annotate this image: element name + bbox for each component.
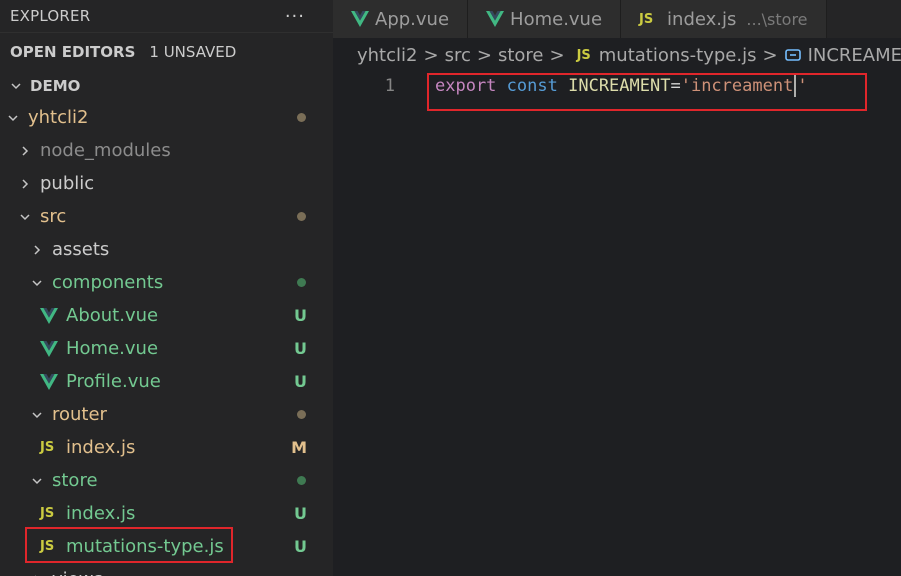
git-status-badge: M	[291, 438, 307, 457]
vue-file-icon	[351, 11, 369, 27]
breadcrumb-separator: >	[549, 44, 565, 66]
chevron-down-icon	[10, 80, 24, 92]
tree-item-label: assets	[52, 239, 110, 260]
tree-folder[interactable]: yhtcli2	[0, 101, 333, 134]
tree-item-label: Home.vue	[66, 338, 159, 359]
tree-item-label: About.vue	[66, 305, 159, 326]
js-file-icon: JS	[40, 506, 55, 521]
vue-file-icon	[40, 340, 58, 357]
modified-dot-icon	[297, 278, 306, 287]
js-file-icon: JS	[639, 11, 654, 27]
tree-item-label: components	[52, 272, 164, 293]
tree-folder[interactable]: views	[0, 563, 333, 576]
tree-item-label: router	[52, 404, 107, 425]
symbol-constant-icon	[784, 46, 802, 64]
editor-tab[interactable]: Home.vue	[468, 0, 622, 38]
git-status-badge: U	[294, 504, 307, 523]
line-number: 1	[384, 76, 395, 96]
chevron-right-icon	[18, 145, 32, 157]
tree-item-label: src	[40, 206, 67, 227]
mutations-file-highlight-box	[25, 527, 233, 563]
tab-label: index.js	[667, 8, 737, 30]
modified-dot-icon	[297, 113, 306, 122]
tree-file[interactable]: Home.vue U	[0, 332, 333, 365]
tab-label: App.vue	[375, 8, 450, 30]
code-editor[interactable]: 1 export const INCREAMENT='increament '	[333, 72, 901, 576]
workspace-section[interactable]: DEMO	[0, 71, 333, 101]
git-status-badge: U	[294, 339, 307, 358]
tree-file[interactable]: JS index.js M	[0, 431, 333, 464]
more-actions-icon[interactable]: ···	[285, 6, 323, 27]
breadcrumb: yhtcli2 > src > store > JS mutations-typ…	[333, 38, 901, 72]
chevron-right-icon	[18, 178, 32, 190]
tree-folder[interactable]: assets	[0, 233, 333, 266]
chevron-down-icon	[30, 277, 44, 289]
tree-item-label: yhtcli2	[28, 107, 89, 128]
tree-item-label: index.js	[66, 503, 136, 524]
editor-tab[interactable]: JS index.js ...\store	[621, 0, 827, 38]
chevron-down-icon	[6, 112, 20, 124]
js-file-icon: JS	[576, 47, 591, 63]
explorer-sidebar: EXPLORER ··· OPEN EDITORS 1 UNSAVED DEMO…	[0, 0, 333, 576]
breadcrumb-src[interactable]: src	[445, 45, 471, 66]
chevron-down-icon	[30, 409, 44, 421]
tree-folder[interactable]: src	[0, 200, 333, 233]
tree-folder[interactable]: components	[0, 266, 333, 299]
tree-item-label: node_modules	[40, 140, 171, 161]
tree-file[interactable]: JS index.js U	[0, 497, 333, 530]
git-status-badge: U	[294, 372, 307, 391]
file-tree: yhtcli2 node_modulespublic src assets compon…	[0, 101, 333, 576]
vue-file-icon	[40, 307, 58, 324]
tree-item-label: views	[52, 569, 333, 576]
vue-file-icon	[40, 373, 58, 390]
tree-folder[interactable]: store	[0, 464, 333, 497]
modified-dot-icon	[297, 410, 306, 419]
git-status-badge: U	[294, 537, 307, 556]
tab-path: ...\store	[746, 9, 808, 29]
breadcrumb-store[interactable]: store	[498, 45, 544, 66]
open-editors-section[interactable]: OPEN EDITORS 1 UNSAVED	[0, 32, 333, 71]
unsaved-badge: 1 UNSAVED	[149, 43, 237, 61]
tree-folder[interactable]: node_modules	[0, 134, 333, 167]
git-status-badge: U	[294, 306, 307, 325]
chevron-right-icon	[30, 244, 44, 256]
tree-folder[interactable]: public	[0, 167, 333, 200]
explorer-title: EXPLORER	[10, 7, 91, 25]
modified-dot-icon	[297, 476, 306, 485]
breadcrumb-separator: >	[476, 44, 492, 66]
breadcrumb-symbol[interactable]: INCREAMENT	[808, 45, 901, 66]
tree-folder[interactable]: router	[0, 398, 333, 431]
tree-item-label: Profile.vue	[66, 371, 161, 392]
open-editors-label: OPEN EDITORS	[10, 43, 136, 61]
tree-item-label: store	[52, 470, 98, 491]
workspace-label: DEMO	[30, 77, 81, 95]
modified-dot-icon	[297, 212, 306, 221]
code-highlight-box	[427, 73, 867, 111]
editor-tabs: App.vue Home.vue JS index.js ...\store	[333, 0, 901, 38]
tab-label: Home.vue	[510, 8, 603, 30]
editor-tab[interactable]: App.vue	[333, 0, 469, 38]
vue-file-icon	[486, 11, 505, 27]
breadcrumb-file[interactable]: mutations-type.js	[599, 45, 757, 66]
explorer-header: EXPLORER ···	[0, 0, 333, 32]
chevron-down-icon	[30, 475, 44, 487]
js-file-icon: JS	[40, 440, 55, 455]
tree-file[interactable]: Profile.vue U	[0, 365, 333, 398]
breadcrumb-separator: >	[423, 44, 439, 66]
chevron-down-icon	[18, 211, 32, 223]
tree-file[interactable]: About.vue U	[0, 299, 333, 332]
tree-item-label: public	[40, 173, 95, 194]
breadcrumb-root[interactable]: yhtcli2	[357, 45, 417, 66]
line-gutter: 1	[333, 72, 401, 100]
breadcrumb-separator: >	[762, 44, 778, 66]
